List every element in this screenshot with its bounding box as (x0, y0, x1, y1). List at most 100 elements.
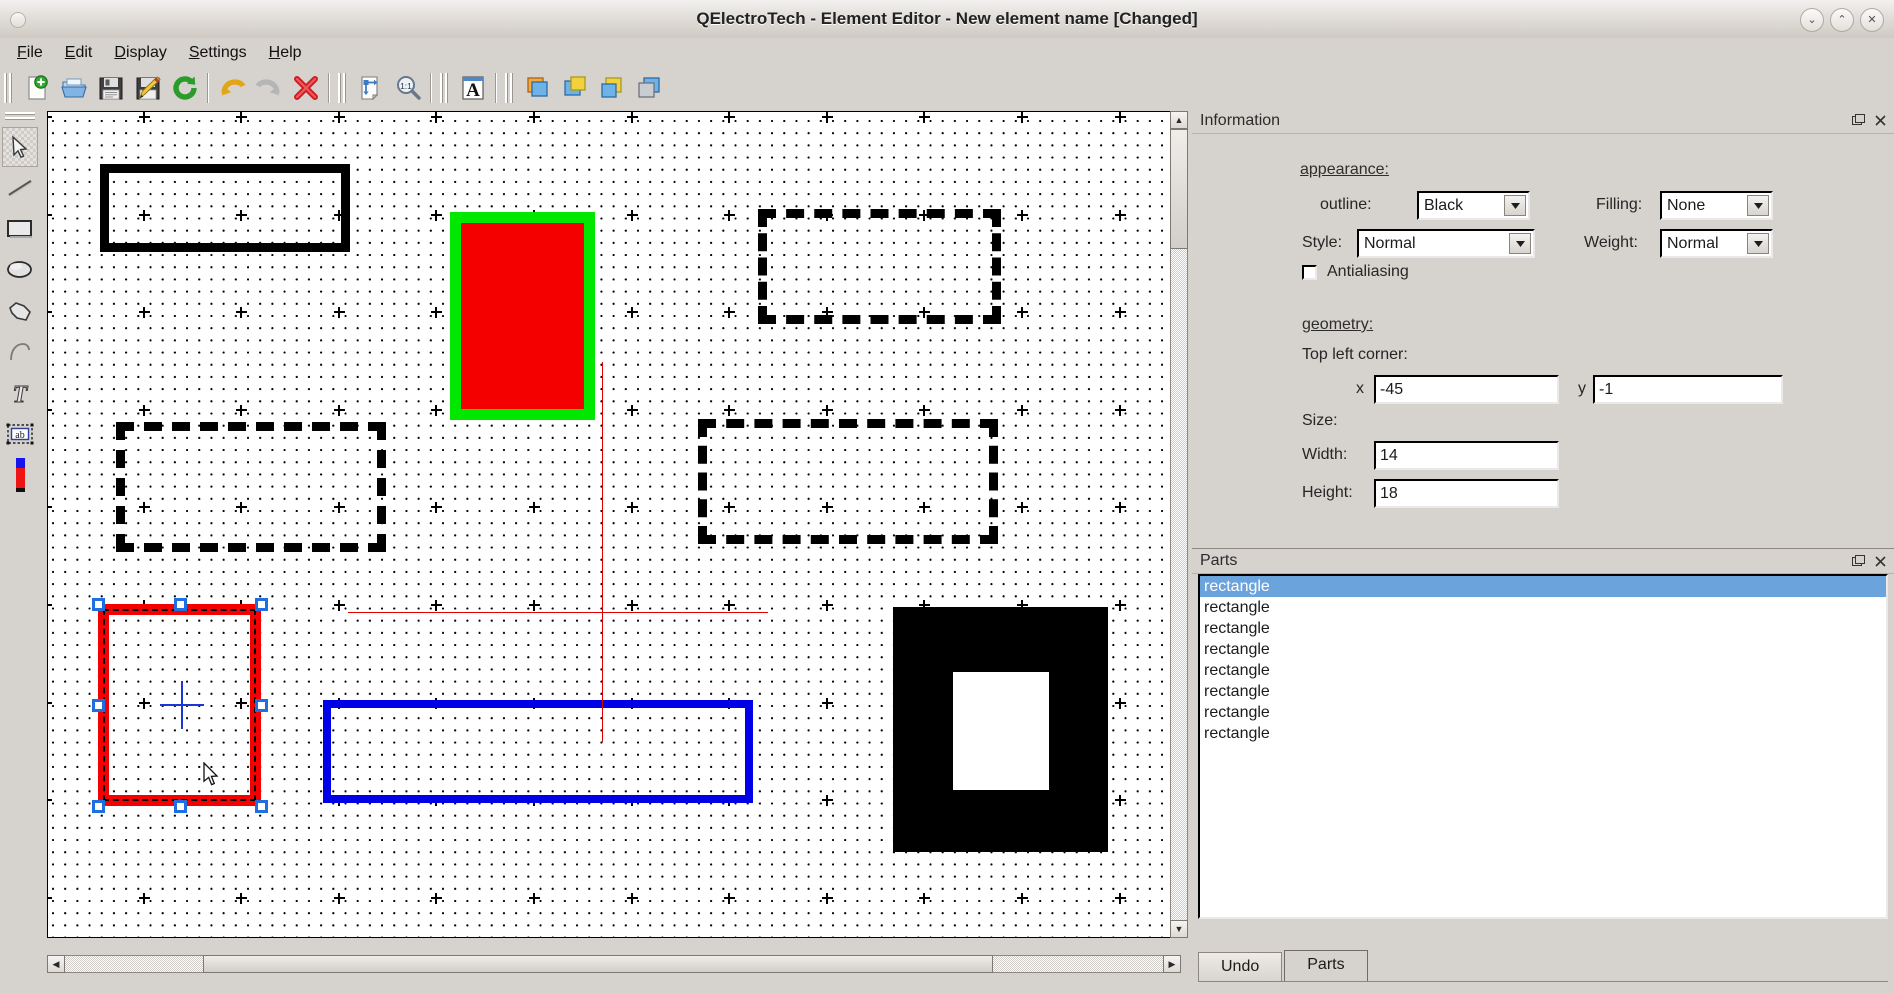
grid-cross (338, 600, 340, 611)
zoom-fit-icon[interactable]: 1:1 (390, 70, 425, 105)
edit-size-icon[interactable] (353, 70, 388, 105)
raise-icon[interactable] (557, 70, 592, 105)
x-field[interactable] (1374, 375, 1559, 404)
antialiasing-checkbox[interactable] (1302, 265, 1317, 280)
parts-list-item[interactable]: rectangle (1200, 618, 1886, 639)
element-canvas[interactable] (47, 111, 1181, 938)
chevron-down-icon[interactable] (1747, 233, 1769, 254)
style-select[interactable]: Normal (1357, 229, 1535, 258)
filling-select[interactable]: None (1660, 191, 1773, 220)
menu-settings[interactable]: Settings (178, 41, 258, 65)
scroll-right-button[interactable]: ▶ (1163, 955, 1181, 973)
close-button[interactable]: ✕ (1860, 8, 1884, 32)
rect-blue-solid[interactable] (323, 700, 753, 803)
terminal-tool[interactable] (2, 455, 38, 495)
rect-black-dashdot[interactable] (698, 419, 998, 544)
text-tool[interactable]: T (2, 373, 38, 413)
parts-list-item[interactable]: rectangle (1200, 723, 1886, 744)
weight-select[interactable]: Normal (1660, 229, 1773, 258)
chevron-down-icon[interactable] (1504, 195, 1526, 216)
line-tool[interactable] (2, 168, 38, 208)
width-field[interactable] (1374, 441, 1559, 470)
toolbar-grip[interactable] (440, 73, 449, 103)
parts-list-item[interactable]: rectangle (1200, 681, 1886, 702)
chevron-down-icon[interactable] (1509, 233, 1531, 254)
ellipse-tool[interactable] (2, 250, 38, 290)
menu-file[interactable]: File (6, 41, 54, 65)
rect-white-inner[interactable] (953, 672, 1049, 790)
parts-float-icon[interactable] (1850, 553, 1866, 569)
arc-tool[interactable] (2, 332, 38, 372)
resize-handle[interactable] (174, 598, 187, 611)
undo-icon[interactable] (214, 70, 249, 105)
canvas-horizontal-scrollbar[interactable]: ◀ ▶ (47, 955, 1181, 973)
horizontal-scroll-thumb[interactable] (203, 955, 993, 973)
grid-cross (240, 893, 242, 904)
resize-handle[interactable] (255, 699, 268, 712)
grid-cross (240, 405, 242, 416)
menu-help[interactable]: Help (258, 41, 313, 65)
grid-cross (143, 307, 145, 318)
dynamic-text-tool[interactable]: ab (2, 414, 38, 454)
rect-green-outline-red-fill[interactable] (450, 212, 595, 420)
resize-handle[interactable] (92, 800, 105, 813)
new-icon[interactable] (19, 70, 54, 105)
parts-list-item[interactable]: rectangle (1200, 576, 1886, 597)
send-backward-icon[interactable] (631, 70, 666, 105)
scroll-left-button[interactable]: ◀ (47, 955, 65, 973)
svg-text:ab: ab (15, 430, 24, 441)
toolbar-grip[interactable] (4, 73, 13, 103)
resize-handle[interactable] (174, 800, 187, 813)
toolbar-separator (495, 73, 497, 103)
bring-forward-icon[interactable] (520, 70, 555, 105)
rect-black-dashed-2[interactable] (116, 422, 386, 552)
parts-list[interactable]: rectanglerectanglerectanglerectanglerect… (1198, 574, 1888, 919)
grid-cross (1119, 893, 1121, 904)
reload-icon[interactable] (167, 70, 202, 105)
window-menu-icon[interactable] (10, 12, 26, 28)
tool-palette-grip[interactable] (5, 112, 35, 121)
information-float-icon[interactable] (1850, 113, 1866, 129)
resize-handle[interactable] (255, 800, 268, 813)
information-close-icon[interactable] (1872, 113, 1888, 129)
menu-edit[interactable]: Edit (54, 41, 104, 65)
resize-handle[interactable] (255, 598, 268, 611)
delete-icon[interactable] (288, 70, 323, 105)
outline-select[interactable]: Black (1417, 191, 1530, 220)
save-as-icon[interactable] (130, 70, 165, 105)
minimize-button[interactable]: ⌄ (1800, 8, 1824, 32)
scroll-up-button[interactable]: ▲ (1170, 111, 1188, 129)
maximize-button[interactable]: ⌃ (1830, 8, 1854, 32)
parts-list-item[interactable]: rectangle (1200, 660, 1886, 681)
select-tool[interactable] (2, 127, 38, 167)
toolbar-grip[interactable] (338, 73, 347, 103)
menu-display[interactable]: Display (103, 41, 177, 65)
parts-list-item[interactable]: rectangle (1200, 639, 1886, 660)
vertical-scroll-thumb[interactable] (1170, 129, 1188, 249)
grid-cross (533, 502, 535, 513)
save-icon[interactable] (93, 70, 128, 105)
redo-icon[interactable] (251, 70, 286, 105)
rect-black-dashed[interactable] (758, 209, 1001, 324)
element-names-icon[interactable]: A (455, 70, 490, 105)
resize-handle[interactable] (92, 598, 105, 611)
tab-undo[interactable]: Undo (1198, 952, 1282, 981)
y-field[interactable] (1593, 375, 1783, 404)
grid-cross (338, 112, 340, 123)
toolbar-grip[interactable] (505, 73, 514, 103)
polygon-tool[interactable] (2, 291, 38, 331)
chevron-down-icon[interactable] (1747, 195, 1769, 216)
lower-icon[interactable] (594, 70, 629, 105)
open-icon[interactable] (56, 70, 91, 105)
rectangle-tool[interactable] (2, 209, 38, 249)
canvas-vertical-scrollbar[interactable]: ▲ ▼ (1170, 111, 1188, 938)
grid-cross (631, 405, 633, 416)
parts-close-icon[interactable] (1872, 553, 1888, 569)
rect-black-thick-solid[interactable] (100, 164, 350, 252)
height-field[interactable] (1374, 479, 1559, 508)
scroll-down-button[interactable]: ▼ (1170, 920, 1188, 938)
tab-parts[interactable]: Parts (1284, 950, 1367, 981)
parts-list-item[interactable]: rectangle (1200, 597, 1886, 618)
parts-list-item[interactable]: rectangle (1200, 702, 1886, 723)
resize-handle[interactable] (92, 699, 105, 712)
